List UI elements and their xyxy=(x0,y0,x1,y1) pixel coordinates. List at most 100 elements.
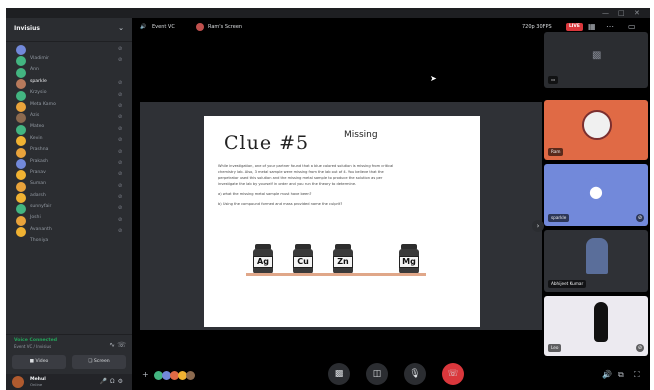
screen-button-label: Screen xyxy=(93,359,110,364)
avatar xyxy=(16,227,26,238)
discord-window: — □ ✕ Invisius ⌄ Vladimir ⊘ Ann ⊘ sparkle Krz… xyxy=(6,8,650,390)
mute-button[interactable]: 🎙 xyxy=(404,363,426,385)
camera-button[interactable]: ▩ xyxy=(328,363,350,385)
discord-logo-icon: ● xyxy=(582,178,610,206)
member-name: Thoniya xyxy=(30,238,49,244)
popout-icon[interactable]: ▭ xyxy=(628,22,636,31)
slide-subtitle: Missing xyxy=(344,130,378,140)
screen-button[interactable]: ❏ Screen xyxy=(72,355,126,369)
voice-member[interactable]: sunnyfair ⊘ xyxy=(6,192,132,209)
user-panel: Mehul Online 🎤Ω⚙ xyxy=(6,374,132,390)
voice-member[interactable]: Krzysio ⊘ xyxy=(6,78,132,95)
minimize-icon[interactable]: — xyxy=(602,9,609,17)
headphones-icon[interactable]: Ω xyxy=(110,378,118,385)
participant-tile[interactable]: Leo ⊘ xyxy=(544,296,648,356)
jar-label: Cu xyxy=(293,256,313,268)
close-icon[interactable]: ✕ xyxy=(634,9,640,17)
mic-muted-icon: ⊘ xyxy=(118,228,123,235)
voice-member[interactable]: Suman ⊘ xyxy=(6,169,132,186)
participant-name: Abhijeet Kumar xyxy=(548,280,587,288)
slide-title: Clue #5 xyxy=(224,132,310,154)
jar-label: Mg xyxy=(399,256,419,268)
share-screen-icon: ◫ xyxy=(372,369,382,379)
mic-icon[interactable]: 🎤 xyxy=(100,378,110,385)
chevron-right-icon[interactable]: › xyxy=(532,220,544,232)
title-bar: — □ ✕ xyxy=(6,8,650,18)
fullscreen-icon[interactable]: ⛶ xyxy=(634,370,640,380)
sidebar: Invisius ⌄ Vladimir ⊘ Ann ⊘ sparkle Krzysio ⊘ M… xyxy=(6,18,132,390)
avatar xyxy=(16,193,26,204)
cat-image xyxy=(594,302,608,342)
voice-member[interactable]: adarsh ⊘ xyxy=(6,181,132,198)
voice-member[interactable]: sparkle xyxy=(6,67,132,84)
noise-suppression-icon[interactable]: ∿ xyxy=(109,341,115,349)
voice-member[interactable]: Ann ⊘ xyxy=(6,55,132,72)
grid-icon[interactable]: ▦ xyxy=(588,22,596,31)
mic-muted-icon: ⊘ xyxy=(118,216,123,223)
voice-member[interactable]: Avananth ⊘ xyxy=(6,215,132,232)
voice-member[interactable]: Mateo ⊘ xyxy=(6,112,132,129)
screen-share-view[interactable]: Clue #5 Missing While investigation, one… xyxy=(140,102,544,330)
avatar xyxy=(16,56,26,67)
voice-member[interactable]: Thoniya ⊘ xyxy=(6,226,132,243)
avatar xyxy=(16,158,26,169)
avatar[interactable] xyxy=(12,376,24,388)
mic-muted-icon: ⊘ xyxy=(118,182,123,189)
mic-muted-icon: ⊘ xyxy=(118,194,123,201)
mic-muted-icon: ⊘ xyxy=(118,114,123,121)
channel-name: Event VC xyxy=(152,24,175,30)
maximize-icon[interactable]: □ xyxy=(618,9,625,17)
mic-muted-icon: ⊘ xyxy=(636,344,644,352)
slide-question: a) what the missing metal sample must ha… xyxy=(218,192,312,196)
avatar xyxy=(16,181,26,192)
mic-muted-icon: ⊘ xyxy=(118,137,123,144)
self-preview[interactable]: ▩ ▭ xyxy=(544,32,648,88)
slide-body-line: perpetrator used this solution and the m… xyxy=(218,176,383,180)
jar-mg: Mg xyxy=(398,244,420,274)
slide-body-line: investigate the lab by yourself in order… xyxy=(218,182,357,186)
stream-quality: 720p 30FPS xyxy=(522,24,552,30)
mic-muted-icon: ⊘ xyxy=(118,171,123,178)
screen-owner: Ram's Screen xyxy=(208,24,243,30)
share-screen-button[interactable]: ◫ xyxy=(366,363,388,385)
participant-tile[interactable]: ● sparkle ⊘ xyxy=(544,164,648,226)
shelf xyxy=(246,273,426,276)
slide-question: b) Using the compound formed and mass pr… xyxy=(218,202,343,206)
leave-call-button[interactable]: ☏ xyxy=(442,363,464,385)
voice-member[interactable]: Joshi ⊘ xyxy=(6,203,132,220)
voice-member[interactable]: Meta Kamo ⊘ xyxy=(6,90,132,107)
participant-tile[interactable]: Ram xyxy=(544,100,648,160)
avatar xyxy=(16,90,26,101)
slide-body-line: While investigation, one of your partner… xyxy=(218,164,394,168)
gear-icon[interactable]: ⚙ xyxy=(118,378,126,385)
mic-muted-icon: ⊘ xyxy=(118,205,123,212)
jar-label: Zn xyxy=(333,256,353,268)
volume-icon[interactable]: 🔊 xyxy=(602,370,612,379)
voice-member[interactable]: Prashna ⊘ xyxy=(6,135,132,152)
call-controls: + ▩ ◫ 🎙 ☏ 🔊 ⧉ ⛶ xyxy=(132,360,650,390)
server-name: Invisius xyxy=(14,25,40,32)
server-header[interactable]: Invisius ⌄ xyxy=(6,18,132,42)
video-button[interactable]: ■ Video xyxy=(12,355,66,369)
avatar xyxy=(16,204,26,215)
voice-member[interactable]: Azis ⊘ xyxy=(6,101,132,118)
more-icon[interactable]: ⋯ xyxy=(606,22,614,31)
avatar xyxy=(16,45,26,55)
voice-channel-path[interactable]: Event VC / Invisius xyxy=(14,344,124,349)
add-person-icon[interactable]: + xyxy=(142,370,149,379)
disconnect-icon[interactable]: ☏ xyxy=(117,341,126,349)
mic-muted-icon: ⊘ xyxy=(118,159,123,166)
chevron-down-icon[interactable]: ⌄ xyxy=(118,24,124,32)
mic-muted-icon: ⊘ xyxy=(636,214,644,222)
voice-member[interactable]: Prakash ⊘ xyxy=(6,147,132,164)
shared-slide: Clue #5 Missing While investigation, one… xyxy=(204,116,480,327)
activity-avatar[interactable] xyxy=(186,371,195,380)
popout-icon[interactable]: ⧉ xyxy=(618,370,624,380)
mic-muted-icon: ⊘ xyxy=(118,91,123,98)
voice-member[interactable]: Kevin ⊘ xyxy=(6,124,132,141)
voice-member[interactable]: Vladimir ⊘ xyxy=(6,44,132,61)
voice-member[interactable]: Pranav ⊘ xyxy=(6,158,132,175)
avatar xyxy=(16,147,26,158)
avatar xyxy=(16,113,26,124)
participant-tile[interactable]: Abhijeet Kumar xyxy=(544,230,648,292)
